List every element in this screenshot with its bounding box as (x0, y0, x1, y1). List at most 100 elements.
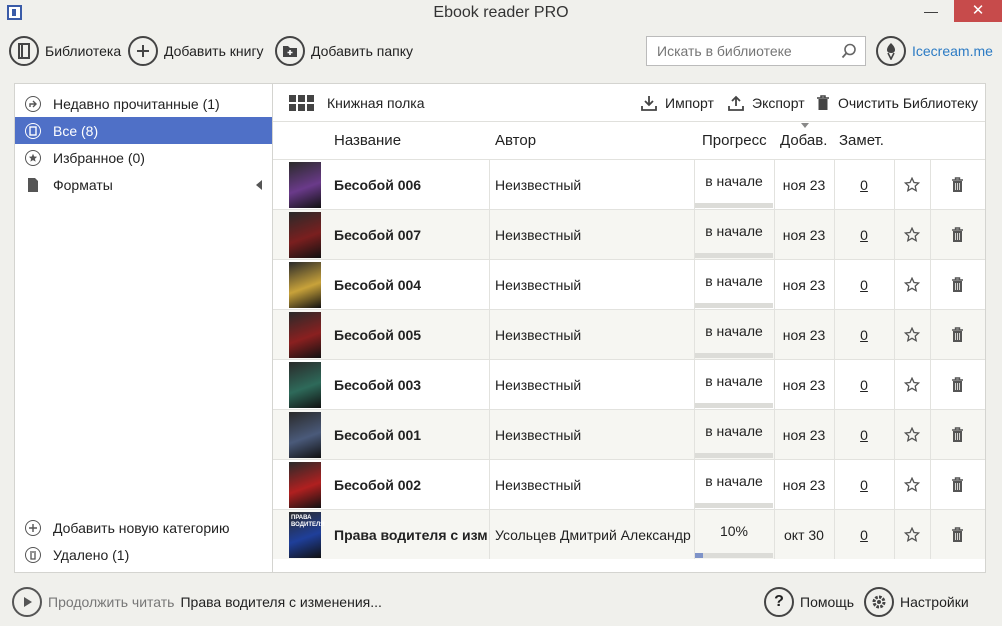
bookshelf-view-button[interactable]: Книжная полка (289, 95, 425, 111)
book-cover[interactable] (289, 312, 321, 358)
favorite-star-icon[interactable] (894, 310, 930, 359)
book-notes-link[interactable]: 0 (834, 210, 894, 259)
book-notes-link[interactable]: 0 (834, 360, 894, 409)
column-header-title[interactable]: Название (334, 122, 401, 159)
table-row[interactable]: Бесобой 006 Неизвестный в начале ноя 23 … (273, 159, 985, 209)
expand-arrow-icon[interactable] (256, 180, 262, 190)
brand-link[interactable]: Icecream.me (876, 36, 993, 66)
column-header-author[interactable]: Автор (495, 122, 536, 159)
add-folder-button[interactable]: Добавить папку (275, 36, 413, 66)
favorite-star-icon[interactable] (894, 510, 930, 559)
library-panel: Книжная полка Импорт Экспорт Очистить Би… (273, 83, 986, 573)
book-title: Бесобой 003 (334, 376, 422, 393)
status-bar: Продолжить читать Права водителя с измен… (0, 584, 1002, 620)
book-cover[interactable] (289, 212, 321, 258)
minimize-button[interactable]: — (916, 0, 946, 22)
book-cover[interactable] (289, 462, 321, 508)
delete-trash-icon[interactable] (930, 360, 985, 409)
book-progress: в начале (705, 273, 763, 289)
continue-reading-button[interactable]: Продолжить читать Права водителя с измен… (12, 587, 382, 617)
book-progress: в начале (705, 223, 763, 239)
favorite-star-icon[interactable] (894, 160, 930, 209)
book-cover[interactable] (289, 412, 321, 458)
table-row[interactable]: Бесобой 005 Неизвестный в начале ноя 23 … (273, 309, 985, 359)
progress-bar (695, 503, 773, 508)
plus-icon (128, 36, 158, 66)
progress-bar (695, 453, 773, 458)
help-label: Помощь (800, 594, 855, 610)
sidebar-item-label: Недавно прочитанные (1) (53, 95, 220, 112)
add-category-label: Добавить новую категорию (53, 519, 230, 536)
sidebar-item-label: Избранное (0) (53, 149, 145, 166)
favorite-star-icon[interactable] (894, 460, 930, 509)
brand-text: Icecream.me (912, 43, 993, 59)
delete-trash-icon[interactable] (930, 160, 985, 209)
trash-icon (817, 95, 829, 110)
sidebar-item-all[interactable]: Все (8) (15, 117, 272, 144)
book-progress: в начале (705, 373, 763, 389)
settings-label: Настройки (900, 594, 969, 610)
book-notes-link[interactable]: 0 (834, 460, 894, 509)
delete-trash-icon[interactable] (930, 410, 985, 459)
book-notes-link[interactable]: 0 (834, 160, 894, 209)
table-row[interactable]: Бесобой 003 Неизвестный в начале ноя 23 … (273, 359, 985, 409)
table-row[interactable]: ПРАВА ВОДИТЕЛЯ Права водителя с изменени… (273, 509, 985, 559)
import-label: Импорт (665, 95, 714, 111)
favorite-star-icon[interactable] (894, 360, 930, 409)
search-input[interactable] (647, 37, 827, 65)
book-cover[interactable] (289, 162, 321, 208)
library-button[interactable]: Библиотека (9, 36, 121, 66)
delete-trash-icon[interactable] (930, 510, 985, 559)
current-book-title: Права водителя с изменения... (180, 594, 382, 610)
play-icon (12, 587, 42, 617)
book-title: Бесобой 001 (334, 426, 422, 443)
book-progress: в начале (705, 423, 763, 439)
book-notes-link[interactable]: 0 (834, 510, 894, 559)
search-icon[interactable] (841, 43, 857, 59)
favorite-star-icon[interactable] (894, 210, 930, 259)
favorite-star-icon[interactable] (894, 260, 930, 309)
export-button[interactable]: Экспорт (728, 95, 805, 111)
book-notes-link[interactable]: 0 (834, 260, 894, 309)
gear-icon (864, 587, 894, 617)
close-button[interactable]: ✕ (954, 0, 1002, 22)
sidebar-item-favorites[interactable]: Избранное (0) (15, 144, 272, 171)
book-cover[interactable]: ПРАВА ВОДИТЕЛЯ (289, 512, 325, 558)
clear-library-button[interactable]: Очистить Библиотеку (816, 95, 978, 111)
progress-bar (695, 553, 773, 558)
help-button[interactable]: ? Помощь (764, 587, 854, 617)
cover-title: ПРАВА ВОДИТЕЛЯ (291, 515, 325, 528)
book-author: Неизвестный (495, 476, 582, 493)
sidebar-item-deleted[interactable]: Удалено (1) (15, 541, 272, 568)
delete-trash-icon[interactable] (930, 210, 985, 259)
book-author: Неизвестный (495, 226, 582, 243)
sidebar-item-formats[interactable]: Форматы (15, 171, 272, 198)
settings-button[interactable]: Настройки (864, 587, 969, 617)
table-row[interactable]: Бесобой 007 Неизвестный в начале ноя 23 … (273, 209, 985, 259)
delete-trash-icon[interactable] (930, 260, 985, 309)
add-book-button[interactable]: Добавить книгу (128, 36, 264, 66)
book-title: Бесобой 007 (334, 226, 422, 243)
download-icon (641, 96, 657, 111)
table-row[interactable]: Бесобой 004 Неизвестный в начале ноя 23 … (273, 259, 985, 309)
book-progress: 10% (719, 523, 749, 539)
book-author: Неизвестный (495, 326, 582, 343)
help-icon: ? (764, 587, 794, 617)
book-cover[interactable] (289, 362, 321, 408)
book-notes-link[interactable]: 0 (834, 410, 894, 459)
book-author: Неизвестный (495, 376, 582, 393)
sidebar-item-recent[interactable]: Недавно прочитанные (1) (15, 90, 272, 117)
book-progress: в начале (705, 323, 763, 339)
favorite-star-icon[interactable] (894, 410, 930, 459)
delete-trash-icon[interactable] (930, 310, 985, 359)
delete-trash-icon[interactable] (930, 460, 985, 509)
add-category-button[interactable]: Добавить новую категорию (15, 514, 272, 541)
book-cover[interactable] (289, 262, 321, 308)
table-row[interactable]: Бесобой 002 Неизвестный в начале ноя 23 … (273, 459, 985, 509)
book-added-date: ноя 23 (782, 176, 826, 193)
column-header-progress[interactable]: Прогресс (702, 122, 767, 159)
column-header-notes[interactable]: Замет. (839, 122, 884, 159)
import-button[interactable]: Импорт (641, 95, 714, 111)
table-row[interactable]: Бесобой 001 Неизвестный в начале ноя 23 … (273, 409, 985, 459)
book-notes-link[interactable]: 0 (834, 310, 894, 359)
